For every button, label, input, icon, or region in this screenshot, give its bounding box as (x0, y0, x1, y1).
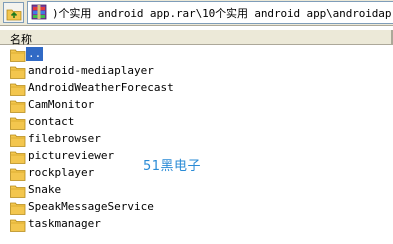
list-item[interactable]: Snake (10, 182, 393, 199)
list-item[interactable]: contact (10, 114, 393, 131)
list-item-label: SpeakMessageService (28, 200, 154, 213)
folder-icon (10, 115, 26, 130)
list-item-label: AndroidWeatherForecast (28, 81, 174, 94)
folder-icon (10, 81, 26, 96)
address-path: )个实用 android app.rar\10个实用 android app\a… (52, 7, 392, 20)
file-list: .. android-mediaplayer AndroidWeatherForec… (0, 46, 393, 244)
list-item[interactable]: SpeakMessageService (10, 199, 393, 216)
folder-icon (10, 217, 26, 232)
list-item[interactable]: filebrowser (10, 131, 393, 148)
folder-icon (10, 200, 26, 215)
folder-up-icon (6, 9, 22, 21)
winrar-archive-icon (31, 4, 47, 20)
folder-icon (10, 64, 26, 79)
list-item[interactable]: AndroidWeatherForecast (10, 80, 393, 97)
folder-icon (10, 183, 26, 198)
list-item-label: pictureviewer (28, 149, 115, 162)
list-item[interactable]: .. (10, 46, 393, 63)
address-field[interactable]: )个实用 android app.rar\10个实用 android app\a… (27, 1, 393, 24)
list-item-label: taskmanager (28, 217, 101, 230)
folder-icon (10, 98, 26, 113)
list-item[interactable]: rockplayer (10, 165, 393, 182)
column-header-name[interactable]: 名称 (10, 31, 32, 47)
folder-icon (10, 132, 26, 147)
list-item-label: android-mediaplayer (28, 64, 154, 77)
list-item[interactable]: CamMonitor (10, 97, 393, 114)
list-item[interactable]: taskmanager (10, 216, 393, 233)
address-bar: )个实用 android app.rar\10个实用 android app\a… (0, 0, 393, 26)
list-item-label: .. (26, 47, 44, 61)
up-folder-button[interactable] (3, 2, 24, 23)
list-item-label: rockplayer (28, 166, 95, 179)
folder-icon (10, 166, 26, 181)
folder-icon (10, 149, 26, 164)
list-item-label: contact (28, 115, 75, 128)
list-item-label: CamMonitor (28, 98, 95, 111)
list-item-label: filebrowser (28, 132, 101, 145)
list-item-label: Snake (28, 183, 62, 196)
column-header-bar: 名称 (0, 30, 393, 47)
folder-icon (10, 47, 26, 62)
watermark: 51黑电子 (143, 159, 202, 174)
list-item[interactable]: android-mediaplayer (10, 63, 393, 80)
list-item[interactable]: pictureviewer (10, 148, 393, 165)
